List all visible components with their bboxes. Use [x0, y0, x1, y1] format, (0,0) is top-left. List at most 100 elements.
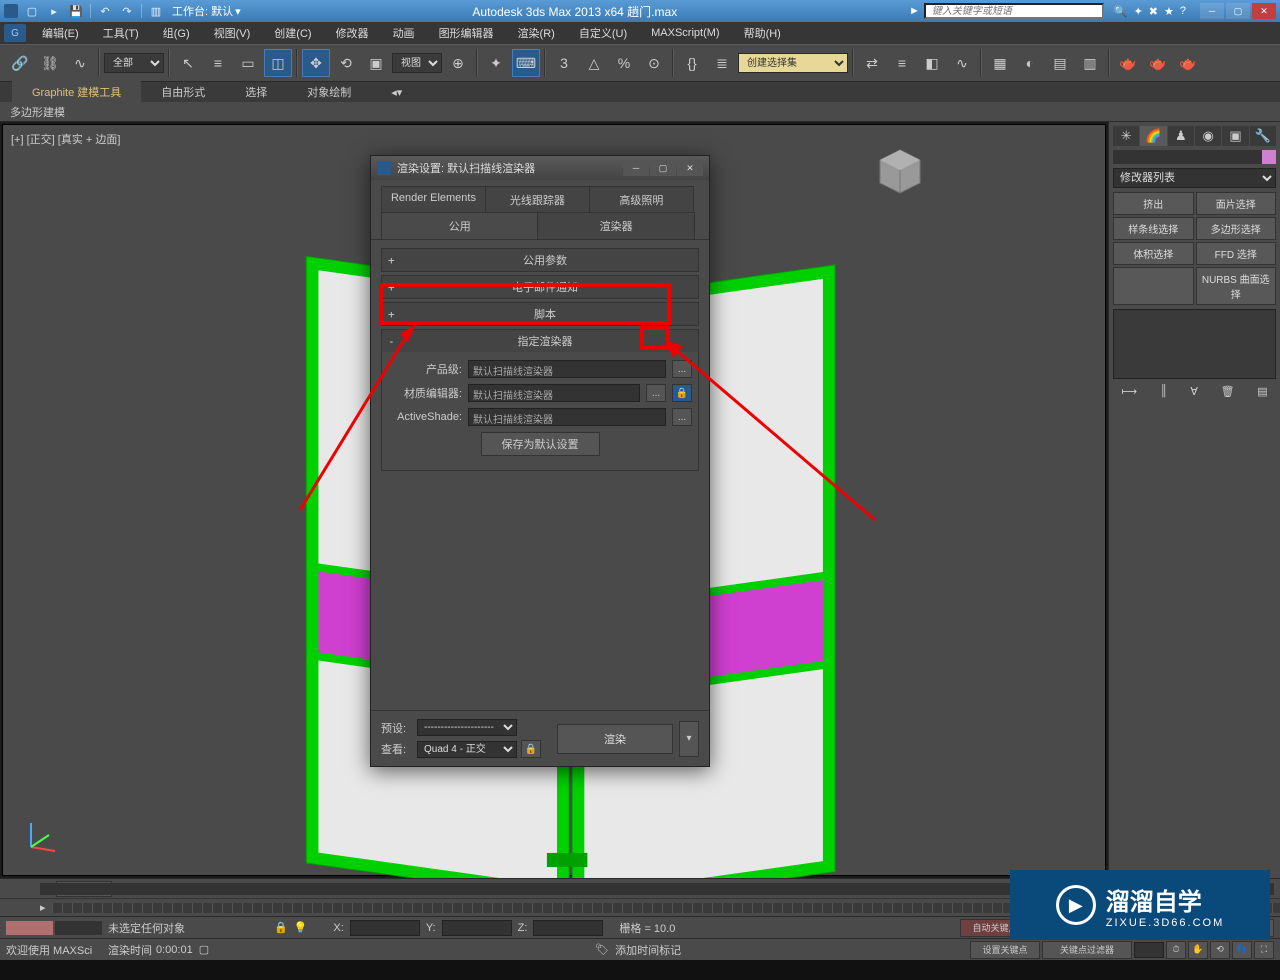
render-flyout-button[interactable]: ▾ [679, 721, 699, 757]
exchange-icon[interactable]: ✖ [1149, 5, 1158, 18]
remove-mod-icon[interactable]: 🗑 [1221, 385, 1235, 398]
menu-edit[interactable]: 编辑(E) [30, 22, 91, 44]
menu-maxscript[interactable]: MAXScript(M) [639, 24, 731, 42]
tab-render-elements[interactable]: Render Elements [381, 186, 486, 213]
rollout-header-common[interactable]: +公用参数 [382, 249, 698, 271]
render-setup-icon[interactable]: ▤ [1046, 49, 1074, 77]
render-button[interactable]: 渲染 [557, 724, 673, 754]
keyboard-shortcut-icon[interactable]: ⌨ [512, 49, 540, 77]
application-menu-icon[interactable]: G [4, 24, 26, 42]
new-icon[interactable]: ▢ [24, 3, 40, 19]
binoculars-icon[interactable]: 🔍 [1114, 5, 1128, 18]
display-tab-icon[interactable]: ▣ [1222, 126, 1248, 146]
lock-material-button[interactable]: 🔒 [672, 384, 692, 402]
move-icon[interactable]: ✥ [302, 49, 330, 77]
scale-icon[interactable]: ▣ [362, 49, 390, 77]
make-unique-icon[interactable]: ∀ [1190, 385, 1198, 398]
menu-modifiers[interactable]: 修改器 [324, 22, 381, 44]
menu-animation[interactable]: 动画 [381, 22, 427, 44]
modifier-list-dropdown[interactable]: 修改器列表 [1113, 168, 1276, 188]
rotate-icon[interactable]: ⟲ [332, 49, 360, 77]
mirror-icon[interactable]: ⇄ [858, 49, 886, 77]
menu-rendering[interactable]: 渲染(R) [506, 22, 567, 44]
dialog-titlebar[interactable]: 渲染设置: 默认扫描线渲染器 ─ ▢ ✕ [371, 156, 709, 180]
mod-btn-blank[interactable] [1113, 267, 1194, 305]
preset-dropdown[interactable]: --------------------- [417, 719, 517, 736]
tab-common[interactable]: 公用 [381, 212, 538, 239]
choose-material-button[interactable]: ... [646, 384, 666, 402]
show-end-icon[interactable]: ║ [1160, 385, 1168, 398]
menu-graph-editors[interactable]: 图形编辑器 [427, 22, 506, 44]
angle-snap-icon[interactable]: △ [580, 49, 608, 77]
open-icon[interactable]: ▸ [46, 3, 62, 19]
teapot2-icon[interactable]: 🫖 [1174, 49, 1202, 77]
manipulate-icon[interactable]: ✦ [482, 49, 510, 77]
link-icon[interactable]: 🔗 [6, 49, 34, 77]
dialog-close-button[interactable]: ✕ [677, 160, 703, 176]
view-cube[interactable] [875, 145, 925, 195]
bind-icon[interactable]: ∿ [66, 49, 94, 77]
pivot-icon[interactable]: ⊕ [444, 49, 472, 77]
script-listener-icon[interactable]: ▢ [199, 943, 209, 956]
render-production-icon[interactable]: 🫖 [1114, 49, 1142, 77]
mod-btn-patch[interactable]: 面片选择 [1196, 192, 1277, 215]
select-by-name-icon[interactable]: ≡ [204, 49, 232, 77]
window-crossing-icon[interactable]: ◫ [264, 49, 292, 77]
object-name-field[interactable] [1113, 150, 1276, 164]
time-config-icon[interactable]: ⏱ [1166, 941, 1186, 959]
select-region-icon[interactable]: ▭ [234, 49, 262, 77]
current-frame-field[interactable] [1134, 942, 1164, 958]
add-time-tag[interactable]: 添加时间标记 [615, 942, 681, 958]
dialog-minimize-button[interactable]: ─ [623, 160, 649, 176]
render-frame-icon[interactable]: ▥ [1076, 49, 1104, 77]
ribbon-tab-graphite[interactable]: Graphite 建模工具 [12, 81, 141, 103]
track-toggle-icon[interactable]: ▸ [40, 901, 46, 914]
viewport-label[interactable]: [+] [正交] [真实 + 边面] [11, 131, 120, 147]
ribbon-expand-icon[interactable]: ◂▾ [391, 86, 402, 99]
rollout-header-email[interactable]: +电子邮件通知 [382, 276, 698, 298]
axis-gizmo-icon[interactable] [23, 815, 63, 855]
ribbon-tab-freeform[interactable]: 自由形式 [141, 81, 225, 103]
menu-tools[interactable]: 工具(T) [91, 22, 151, 44]
minimize-button[interactable]: ─ [1200, 3, 1224, 19]
tab-raytracer[interactable]: 光线跟踪器 [485, 186, 590, 213]
mod-btn-spline[interactable]: 样条线选择 [1113, 217, 1194, 240]
schematic-icon[interactable]: ▦ [986, 49, 1014, 77]
select-object-icon[interactable]: ↖ [174, 49, 202, 77]
layer-icon[interactable]: ◧ [918, 49, 946, 77]
save-defaults-button[interactable]: 保存为默认设置 [481, 432, 600, 456]
pin-stack-icon[interactable]: ⟼ [1121, 385, 1137, 398]
menu-customize[interactable]: 自定义(U) [567, 22, 639, 44]
menu-help[interactable]: 帮助(H) [732, 22, 793, 44]
named-sets-icon[interactable]: {} [678, 49, 706, 77]
mod-btn-ffd[interactable]: FFD 选择 [1196, 242, 1277, 265]
dialog-maximize-button[interactable]: ▢ [650, 160, 676, 176]
menu-group[interactable]: 组(G) [151, 22, 202, 44]
ribbon-panel-label[interactable]: 多边形建模 [10, 104, 65, 120]
favorite-icon[interactable]: ★ [1164, 5, 1174, 18]
workspace-label[interactable]: 工作台: 默认 [172, 3, 233, 19]
view-dropdown[interactable]: Quad 4 - 正交 [417, 741, 517, 758]
unlink-icon[interactable]: ⛓ [36, 49, 64, 77]
lock-view-button[interactable]: 🔒 [521, 740, 541, 758]
ribbon-tab-selection[interactable]: 选择 [225, 81, 287, 103]
menu-view[interactable]: 视图(V) [202, 22, 263, 44]
align-icon[interactable]: ≡ [888, 49, 916, 77]
selection-set-dropdown[interactable]: 创建选择集 [738, 53, 848, 73]
isolate-icon[interactable]: 💡 [294, 921, 308, 934]
mod-btn-nurbs[interactable]: NURBS 曲面选择 [1196, 267, 1277, 305]
menu-create[interactable]: 创建(C) [262, 22, 323, 44]
mod-btn-extrude[interactable]: 挤出 [1113, 192, 1194, 215]
rollout-header-scripts[interactable]: +脚本 [382, 303, 698, 325]
time-tag-icon[interactable]: 🏷 [595, 943, 609, 956]
nav-pan-icon[interactable]: ✋ [1188, 941, 1208, 959]
search-input[interactable] [924, 3, 1104, 19]
help-icon[interactable]: ? [1180, 5, 1186, 18]
lock-icon[interactable]: 🔒 [274, 921, 288, 934]
utilities-tab-icon[interactable]: 🔧 [1250, 126, 1276, 146]
ribbon-tab-paint[interactable]: 对象绘制 [287, 81, 371, 103]
signin-icon[interactable]: ✦ [1134, 5, 1143, 18]
undo-icon[interactable]: ↶ [97, 3, 113, 19]
project-icon[interactable]: ▥ [148, 3, 164, 19]
choose-activeshade-button[interactable]: ... [672, 408, 692, 426]
